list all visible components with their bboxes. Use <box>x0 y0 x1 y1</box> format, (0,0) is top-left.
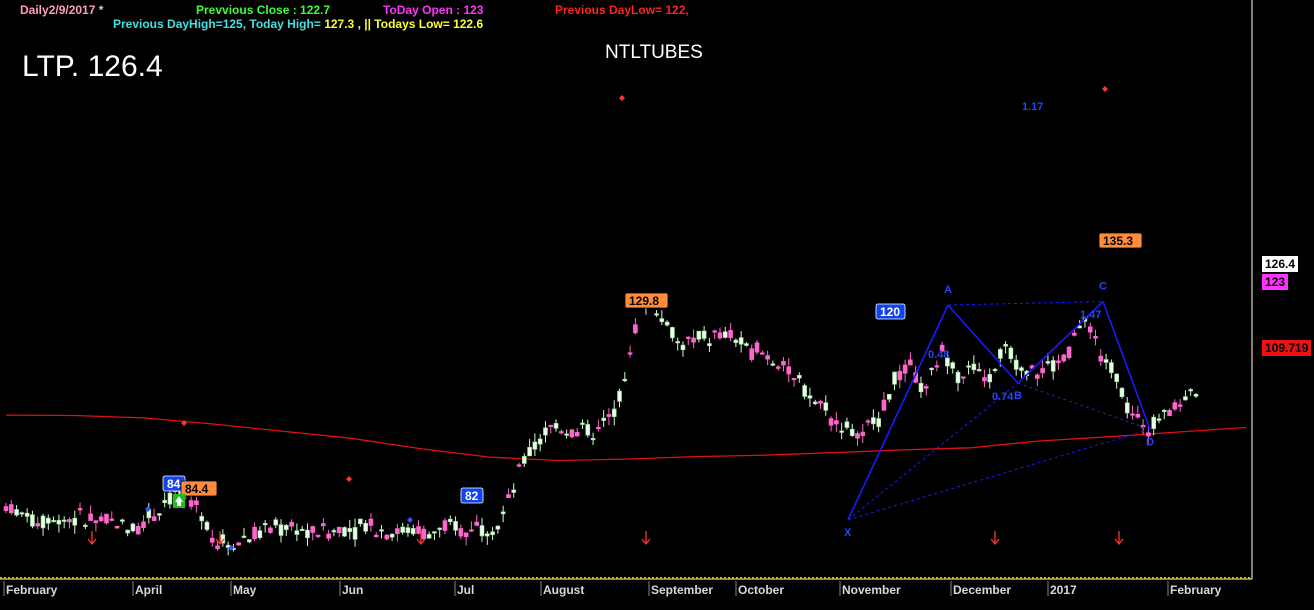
svg-text:82: 82 <box>465 489 479 503</box>
svg-text:84.4: 84.4 <box>185 482 209 496</box>
price-chart: X A B C D 1.17 0.48 1.47 0.74 84 84.4 82 129.8 120 13… <box>0 0 1314 610</box>
x-axis-label: February <box>1167 581 1222 597</box>
svg-text:135.3: 135.3 <box>1103 234 1133 248</box>
svg-text:November: November <box>842 583 901 597</box>
x-axis-label: December <box>950 581 1011 597</box>
open-price-tag: 123 <box>1262 274 1289 290</box>
pattern-point-label: B <box>1014 390 1022 402</box>
price-label: 82 <box>460 487 484 504</box>
x-axis-label: September <box>648 581 713 597</box>
price-label: 84.4 <box>180 480 218 497</box>
svg-text:Jun: Jun <box>342 583 363 597</box>
x-axis-label: February <box>3 581 58 597</box>
x-axis-label: Jul <box>454 581 474 597</box>
pattern-ratio-label: 0.48 <box>928 349 949 361</box>
previous-day-high: Previous DayHigh=125, Today High= <box>113 17 321 31</box>
svg-text:February: February <box>6 583 58 597</box>
previous-day-low: Previous DayLow= 122, <box>555 3 689 17</box>
svg-text:February: February <box>1170 583 1222 597</box>
last-price-tag: 126.4 <box>1262 256 1299 272</box>
previous-close: Prevvious Close : 122.7 <box>196 3 331 17</box>
candle <box>569 429 575 439</box>
pattern-ratio-label: 0.74 <box>992 391 1014 403</box>
ltp-label: LTP. 126.4 <box>22 50 163 83</box>
svg-text:August: August <box>543 583 584 597</box>
candle <box>1066 346 1072 360</box>
price-label: 129.8 <box>624 292 669 309</box>
pattern-point-label: D <box>1146 436 1154 448</box>
header-separator: , || <box>357 17 371 31</box>
x-axis-label: 2017 <box>1047 581 1077 597</box>
x-axis-label: April <box>132 581 162 597</box>
asterisk: * <box>98 3 104 17</box>
x-axis-label: November <box>839 581 901 597</box>
chart-date: 2/9/2017 <box>48 3 96 17</box>
candle <box>130 522 136 533</box>
svg-text:120: 120 <box>880 305 900 319</box>
today-open: ToDay Open : 123 <box>383 3 484 17</box>
x-axis-label: Jun <box>339 581 363 597</box>
svg-text:Jul: Jul <box>457 583 474 597</box>
daily-label: Daily <box>20 3 49 17</box>
todays-low: Todays Low= 122.6 <box>374 17 484 31</box>
price-label: 135.3 <box>1098 232 1143 249</box>
ma-price-tag: 109.719 <box>1262 340 1312 356</box>
pattern-ratio-label: 1.17 <box>1022 101 1043 113</box>
x-axis-label: May <box>230 581 257 597</box>
svg-text:April: April <box>135 583 162 597</box>
pattern-point-label: X <box>844 527 852 539</box>
candle <box>104 513 109 525</box>
pattern-point-label: A <box>944 284 952 296</box>
svg-text:May: May <box>233 583 257 597</box>
symbol-title: NTLTUBES <box>605 42 703 63</box>
today-high-value: 127.3 <box>324 17 355 31</box>
svg-text:December: December <box>953 583 1011 597</box>
svg-text:129.8: 129.8 <box>629 294 659 308</box>
pattern-point-label: C <box>1099 281 1107 293</box>
svg-text:October: October <box>738 583 784 597</box>
svg-text:2017: 2017 <box>1050 583 1077 597</box>
candle <box>204 520 210 532</box>
candle <box>1119 387 1125 399</box>
candle <box>342 526 347 537</box>
price-label: 120 <box>875 303 906 320</box>
svg-text:September: September <box>651 583 713 597</box>
x-axis-label: August <box>540 581 584 597</box>
svg-text:84: 84 <box>167 477 181 491</box>
buy-arrow-icon <box>173 494 185 508</box>
x-axis-label: October <box>735 581 784 597</box>
candle <box>236 542 242 546</box>
pattern-ratio-label: 1.47 <box>1080 309 1101 321</box>
